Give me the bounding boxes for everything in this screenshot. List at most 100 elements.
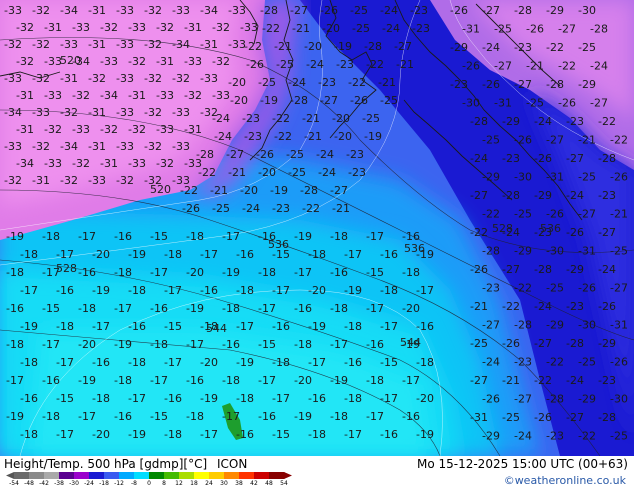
contour-label: -32	[156, 21, 174, 34]
contour-label: -33	[156, 123, 174, 136]
contour-label: -21	[274, 40, 292, 53]
contour-label: -17	[330, 338, 348, 351]
contour-label: -24	[212, 112, 230, 125]
contour-label: -17	[78, 410, 96, 423]
contour-label: -16	[380, 428, 398, 441]
contour-label: -18	[416, 356, 434, 369]
contour-label: -26	[482, 78, 500, 91]
contour-label: -34	[200, 4, 218, 17]
contour-label: -19	[364, 130, 382, 143]
contour-label: -17	[366, 302, 384, 315]
colorbar-swatch	[89, 472, 105, 479]
contour-label: -16	[236, 248, 254, 261]
contour-label: -20	[304, 40, 322, 53]
contour-label: -24	[242, 202, 260, 215]
contour-label: -32	[16, 21, 34, 34]
contour-label: -16	[294, 302, 312, 315]
contour-label: -24	[598, 263, 616, 276]
contour-label: -32	[4, 38, 22, 51]
contour-label: -22	[502, 300, 520, 313]
contour-label: -24	[514, 430, 532, 443]
contour-label: -18	[20, 356, 38, 369]
contour-label: -31	[184, 123, 202, 136]
contour-label: -16	[416, 320, 434, 333]
contour-label: -21	[396, 58, 414, 71]
contour-label: -16	[380, 248, 398, 261]
contour-label: -17	[258, 302, 276, 315]
colorbar-tick-label: 38	[235, 480, 243, 487]
contour-label: -23	[242, 112, 260, 125]
colorbar-tick-label: 0	[147, 480, 151, 487]
contour-label: -20	[92, 248, 110, 261]
colorbar	[6, 472, 292, 479]
contour-label: -24	[534, 300, 552, 313]
contour-label: -16	[272, 320, 290, 333]
contour-label: -17	[186, 338, 204, 351]
contour-label: -28	[482, 245, 500, 258]
colorbar-swatch	[269, 472, 285, 479]
contour-label: -33	[200, 72, 218, 85]
contour-label: -34	[16, 157, 34, 170]
contour-label: -17	[42, 338, 60, 351]
contour-label: -21	[332, 202, 350, 215]
contour-label: -19	[294, 230, 312, 243]
contour-label: -33	[4, 4, 22, 17]
contour-label: -18	[222, 302, 240, 315]
contour-label: -16	[20, 392, 38, 405]
contour-label: -20	[294, 374, 312, 387]
contour-label: -27	[546, 134, 564, 147]
contour-label: -25	[258, 76, 276, 89]
contour-label: -33	[116, 140, 134, 153]
contour-label: -30	[462, 97, 480, 110]
contour-label: -22	[546, 41, 564, 54]
contour-label: -31	[44, 21, 62, 34]
contour-label: 536	[404, 242, 425, 255]
contour-label: -23	[514, 41, 532, 54]
contour-label: -27	[470, 374, 488, 387]
contour-label: -27	[494, 60, 512, 73]
contour-label: -21	[210, 184, 228, 197]
contour-label: -18	[186, 410, 204, 423]
contour-label: -19	[236, 356, 254, 369]
contour-label: -22	[514, 282, 532, 295]
contour-label: -28	[290, 94, 308, 107]
contour-label: -29	[546, 4, 564, 17]
contour-label: -33	[32, 106, 50, 119]
colorbar-swatch	[209, 472, 225, 479]
contour-label: -32	[128, 123, 146, 136]
contour-label: -32	[116, 174, 134, 187]
contour-label: -31	[88, 106, 106, 119]
contour-label: -27	[610, 282, 628, 295]
contour-label: -19	[6, 410, 24, 423]
contour-label: -16	[150, 302, 168, 315]
contour-label: -32	[156, 157, 174, 170]
contour-label: -21	[292, 22, 310, 35]
contour-label: -29	[578, 78, 596, 91]
contour-label: -26	[502, 337, 520, 350]
contour-label: -23	[346, 148, 364, 161]
contour-label: -24	[482, 41, 500, 54]
contour-label: -17	[200, 428, 218, 441]
contour-label: -18	[128, 356, 146, 369]
contour-label: -32	[60, 174, 78, 187]
contour-label: -17	[56, 356, 74, 369]
contour-label: -31	[462, 23, 480, 36]
contour-label: -32	[32, 72, 50, 85]
contour-label: -23	[450, 78, 468, 91]
contour-label: -23	[566, 115, 584, 128]
contour-label: -23	[546, 430, 564, 443]
contour-label: -16	[222, 338, 240, 351]
contour-label: -29	[482, 430, 500, 443]
contour-label: -33	[228, 4, 246, 17]
contour-label: 544	[400, 336, 421, 349]
contour-label: -26	[610, 171, 628, 184]
contour-label: -33	[116, 38, 134, 51]
contour-label: -25	[482, 134, 500, 147]
contour-label: -22	[598, 115, 616, 128]
contour-label: -25	[578, 356, 596, 369]
model-name: ICON	[216, 457, 248, 471]
contour-label: -18	[330, 302, 348, 315]
contour-label: -18	[380, 284, 398, 297]
contour-label: -32	[100, 123, 118, 136]
contour-label: -31	[100, 157, 118, 170]
